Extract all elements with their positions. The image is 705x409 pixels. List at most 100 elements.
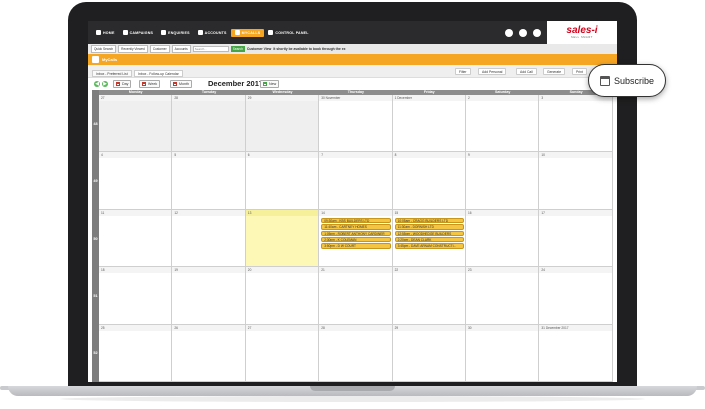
day-cell[interactable]: 20 (245, 267, 320, 325)
week-number[interactable]: 52 (92, 351, 99, 355)
day-cell[interactable]: 27 (245, 324, 320, 382)
day-cell-header (319, 209, 392, 216)
laptop-shadow (60, 396, 645, 402)
day-cell-header (99, 95, 172, 101)
add-icon (263, 82, 267, 86)
day-view-button[interactable]: Day (113, 80, 132, 88)
calendar-event[interactable]: 09:30am - KBS BUILDERS LTD (321, 217, 391, 224)
day-cell[interactable]: 27 (99, 95, 173, 153)
print-button[interactable]: Print (572, 68, 587, 75)
week-number[interactable]: 48 (92, 122, 99, 126)
day-cell[interactable]: 14 09:30am - KBS BUILDERS LTD 11:40am - CA… (319, 209, 393, 268)
day-cell[interactable]: 28 (319, 324, 393, 382)
day-number: 26 (174, 325, 178, 330)
day-cell[interactable]: 15 10:05am - CRAGG BUILDERS LTD 11:30am - … (392, 209, 466, 268)
user-icon[interactable] (533, 28, 541, 37)
day-cell[interactable]: 26 (172, 324, 246, 382)
month-view-button[interactable]: Month (170, 80, 192, 88)
calendar-event[interactable]: 1:05pm - ROBERT ANTHONY CARDINER (321, 230, 391, 237)
filter-button[interactable]: Filter (455, 68, 471, 75)
calendar-event[interactable]: 3:50pm - D W COURT (321, 243, 391, 249)
nav-home[interactable]: HOME (92, 21, 119, 44)
day-cell[interactable]: 19 (172, 267, 246, 325)
subscribe-label: Subscribe (613, 75, 655, 86)
day-cell[interactable]: 7 (319, 152, 393, 210)
day-cell[interactable]: 29 (245, 95, 320, 153)
nav-campaigns-label: CAMPAIGNS (129, 30, 154, 35)
tab-preferred-list[interactable]: Inbox - Preferred List (92, 70, 132, 77)
accounts-select[interactable]: Accounts (171, 45, 191, 53)
calendar-event[interactable]: 2:30pm - K COLEMAN (321, 236, 391, 243)
day-cell[interactable]: 30 November (319, 95, 393, 153)
day-cell[interactable]: 5 (172, 152, 246, 210)
day-cell[interactable]: 29 (392, 324, 466, 382)
day-cell[interactable]: 16 (466, 209, 540, 268)
prev-arrow-icon[interactable]: ◀ (94, 81, 100, 87)
day-cell[interactable]: 18 (99, 267, 173, 325)
subscribe-button[interactable]: Subscribe (588, 64, 666, 97)
day-cell[interactable]: 8 (392, 152, 466, 210)
add-call-button[interactable]: Add Call (516, 68, 537, 75)
week-number[interactable]: 50 (92, 237, 99, 241)
calendar-title: December 2017 (208, 79, 264, 88)
week-view-button[interactable]: Week (139, 80, 161, 88)
day-cell-header (245, 267, 319, 274)
calendar-event[interactable]: 10:05am - CRAGG BUILDERS LTD (394, 217, 464, 224)
calendar-event[interactable]: 2:20pm - DEAN CLARK (394, 236, 464, 243)
day-cell[interactable]: 6 (245, 152, 320, 210)
calendar-event[interactable]: 3:45pm - DAVE ARNAM CONSTRUCTI... (394, 243, 464, 249)
day-cell[interactable]: 2 (466, 95, 540, 153)
add-personal-button[interactable]: Add Personal (478, 68, 507, 75)
day-cell-header (466, 152, 539, 159)
brand-logo: sales-i SELL SMART (547, 21, 617, 44)
day-cell-header (392, 267, 465, 274)
calendar-event[interactable]: 12:55pm - WOODHEDGE BUILDERS (394, 230, 464, 237)
day-cell[interactable]: 11 (99, 209, 173, 268)
day-cell[interactable]: 28 (172, 95, 246, 153)
nav-mycalls[interactable]: MYCALLS (230, 28, 265, 37)
day-cell[interactable]: 21 (319, 267, 393, 325)
day-cell[interactable]: 30 (466, 324, 540, 382)
tab-follow-up-calendar[interactable]: Inbox - Follow-up Calendar (134, 70, 183, 77)
day-cell[interactable]: 12 (172, 209, 246, 268)
quick-search-button[interactable]: Quick Search (91, 45, 117, 53)
day-cell[interactable]: 1 December (392, 95, 466, 153)
recently-viewed-button[interactable]: Recently Viewed (118, 45, 148, 53)
next-arrow-icon[interactable]: ▶ (102, 81, 108, 87)
search-input[interactable]: Search... (192, 46, 229, 52)
calendar-event[interactable]: 11:40am - CARTNEY HOMES (321, 224, 391, 230)
day-cell[interactable]: 24 (539, 267, 613, 325)
day-cell-header (539, 209, 612, 216)
day-cell[interactable]: 17 (539, 209, 613, 268)
day-cell[interactable]: 25 (99, 324, 173, 382)
day-cell[interactable]: 4 (99, 152, 173, 210)
day-cell[interactable]: 22 (392, 267, 466, 325)
nav-campaigns[interactable]: CAMPAIGNS (119, 21, 158, 44)
week-number[interactable]: 49 (92, 179, 99, 183)
calendar-icon (142, 82, 146, 86)
info-icon[interactable] (505, 28, 513, 37)
brand-name: sales-i (566, 25, 598, 36)
day-cell-header (99, 324, 172, 331)
mycalls-icon (92, 56, 99, 63)
day-cell[interactable]: 10 (539, 152, 613, 210)
new-label: New (269, 82, 277, 86)
new-button[interactable]: New (260, 80, 280, 88)
week-number[interactable]: 51 (92, 294, 99, 298)
customer-select[interactable]: Customer (149, 45, 170, 53)
calendar-icon (599, 75, 610, 86)
nav-accounts[interactable]: ACCOUNTS (194, 21, 231, 44)
day-cell[interactable]: 9 (466, 152, 540, 210)
day-number: 22 (394, 268, 399, 273)
headset-icon[interactable] (519, 28, 527, 37)
day-cell-header (392, 209, 465, 216)
calendar-event[interactable]: 11:30am - DORNISH LTD (394, 224, 464, 230)
day-cell[interactable]: 3 (539, 95, 613, 153)
nav-enquiries[interactable]: ENQUIRIES (157, 21, 194, 44)
day-cell[interactable]: 31 December 2017 (539, 324, 613, 382)
day-cell[interactable]: 13 (245, 209, 320, 268)
search-button[interactable]: Search (230, 46, 245, 52)
generate-button[interactable]: Generate (543, 68, 566, 75)
nav-control-panel[interactable]: CONTROL PANEL (264, 21, 312, 44)
day-cell[interactable]: 23 (466, 267, 540, 325)
